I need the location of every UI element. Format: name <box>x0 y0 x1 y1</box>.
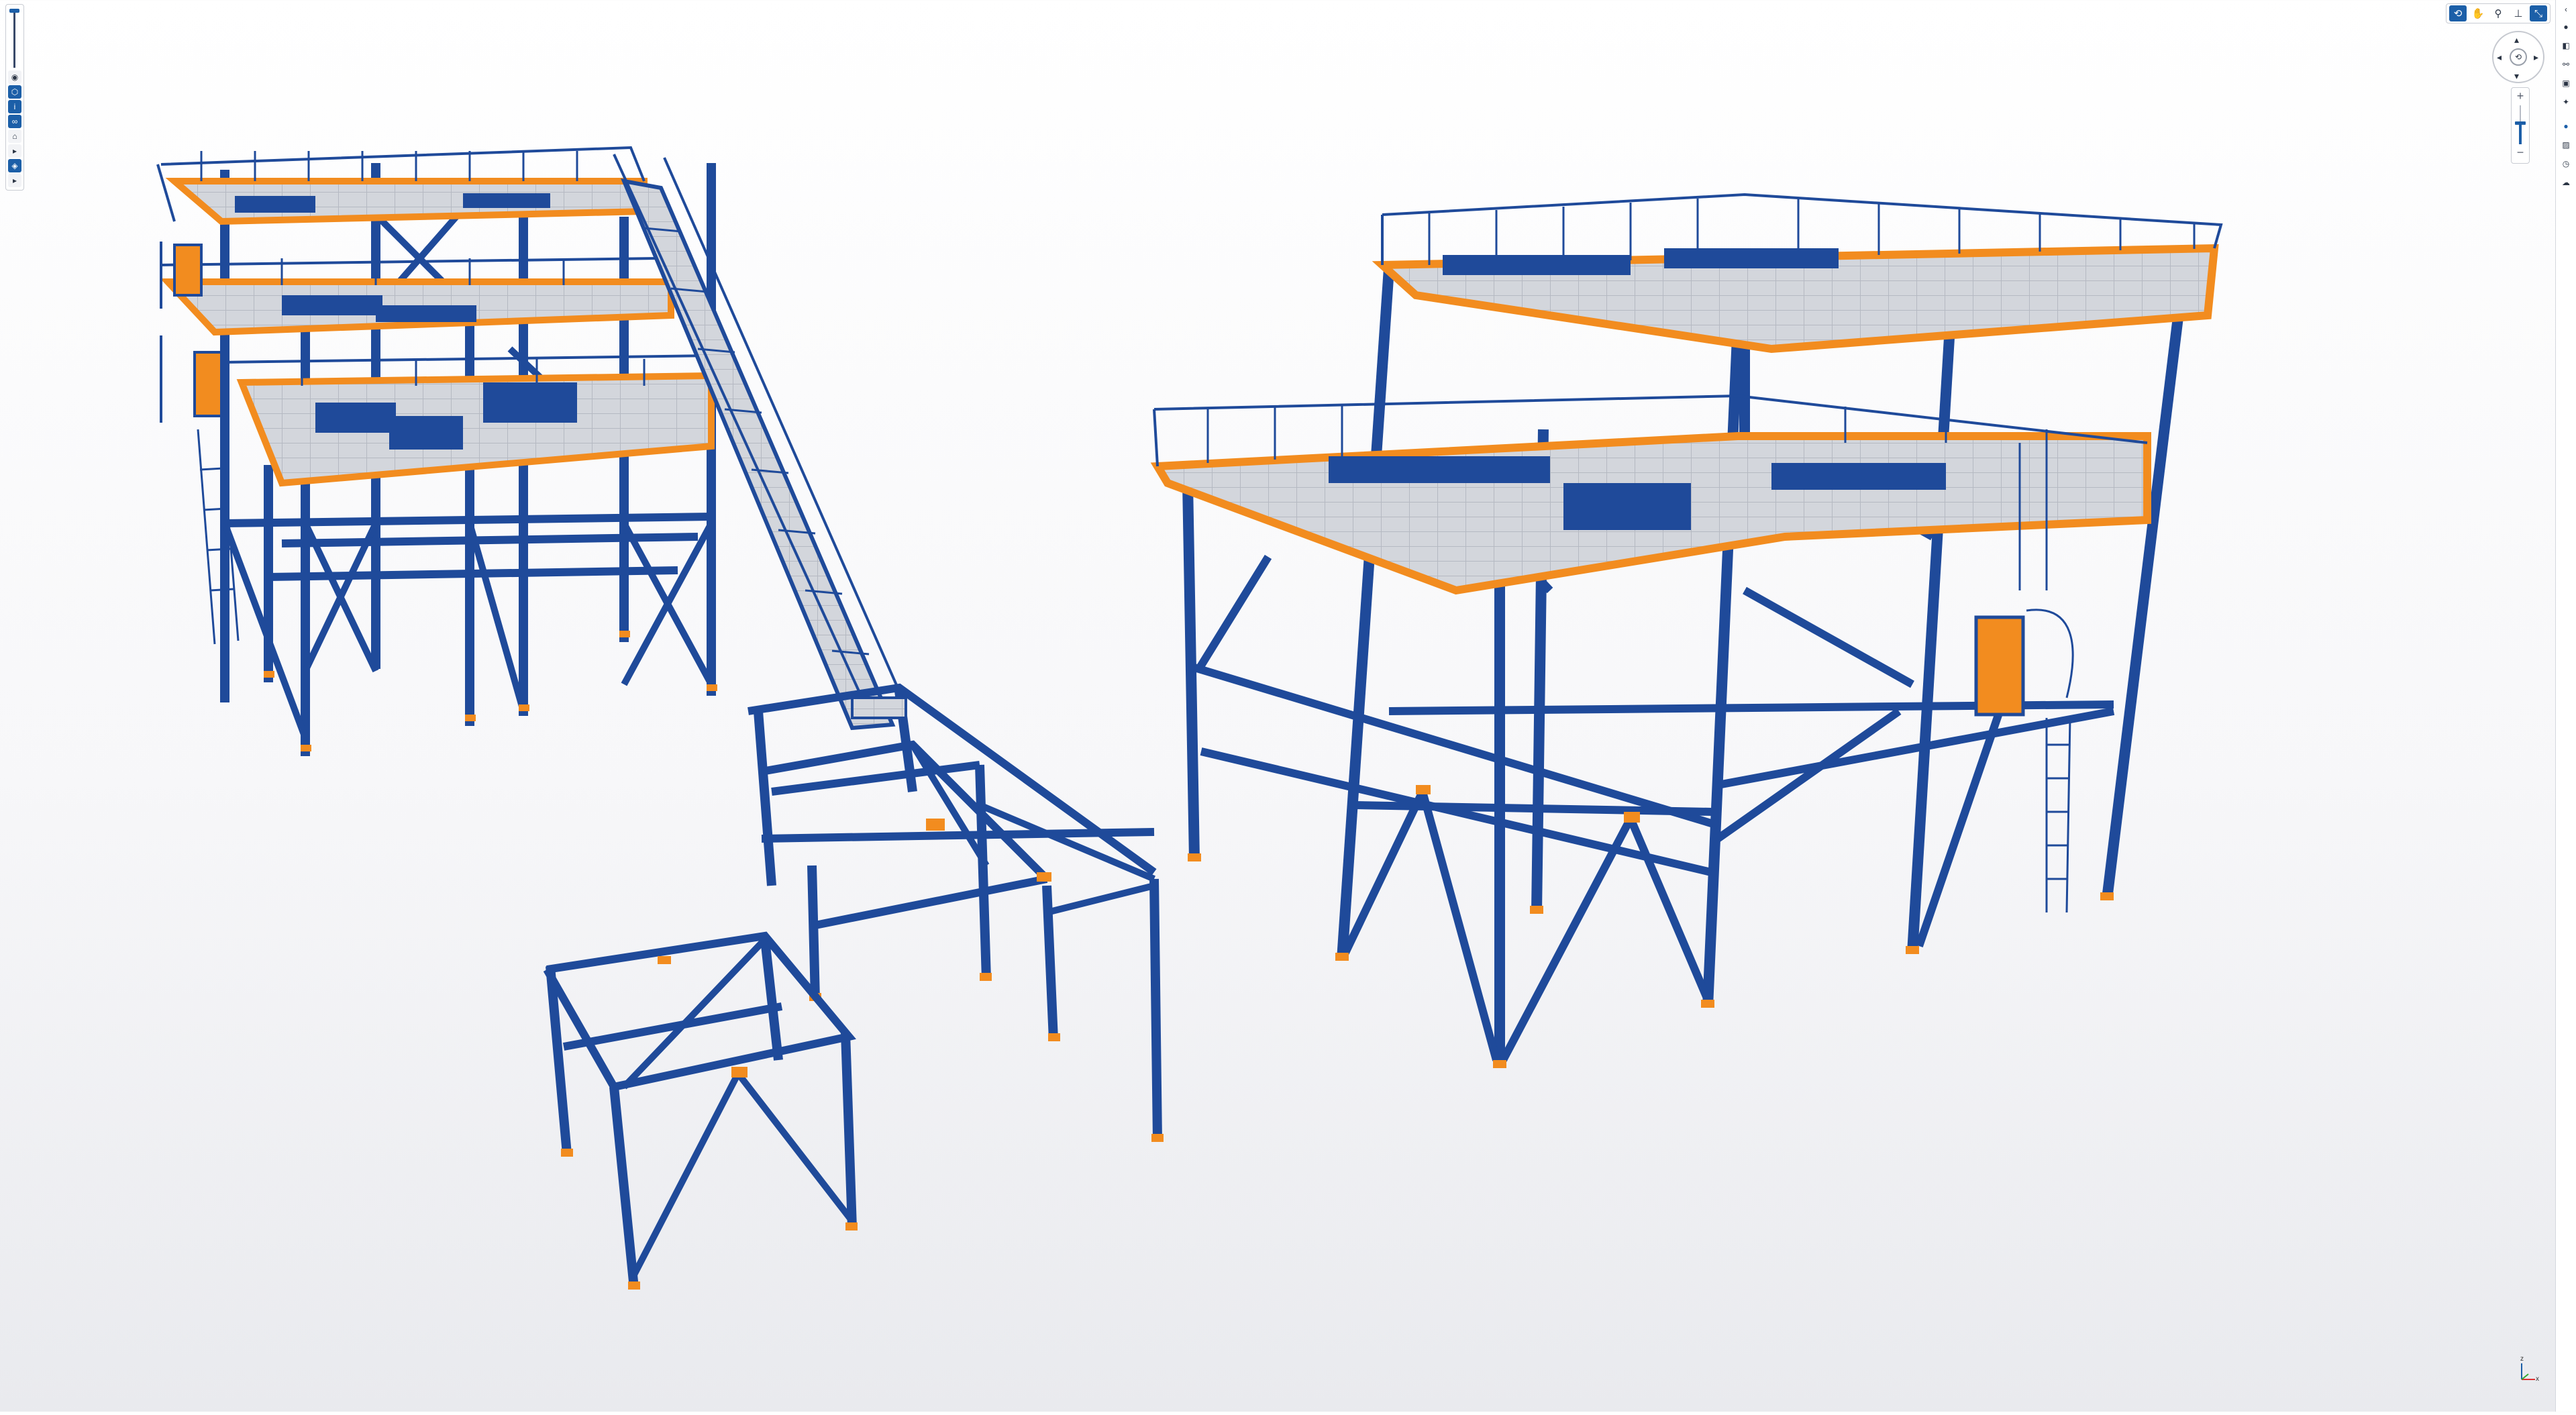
eye-icon[interactable]: ◉ <box>8 70 21 84</box>
zoom-out-button[interactable]: − <box>2512 146 2529 160</box>
orbit-up-icon[interactable]: ▴ <box>2514 35 2519 44</box>
search-objects-icon[interactable]: ⚯ <box>2559 58 2573 71</box>
shield-icon[interactable]: ⬡ <box>8 85 21 99</box>
axis-gizmo: z x <box>2512 1355 2540 1385</box>
collapse-panel-icon[interactable]: ‹ <box>2559 3 2573 16</box>
layers-icon[interactable]: ◧ <box>2559 39 2573 52</box>
house-icon[interactable]: ⌂ <box>8 129 21 143</box>
play-icon[interactable]: ▸ <box>8 174 21 187</box>
axis-z-label: z <box>2520 1355 2524 1363</box>
properties-icon[interactable]: ● <box>2559 119 2573 133</box>
zoom-in-button[interactable]: + <box>2512 89 2529 103</box>
pan-hand-icon[interactable]: ✋ <box>2469 5 2487 21</box>
axis-x-label: x <box>2536 1375 2539 1383</box>
image-icon[interactable]: ▨ <box>2559 138 2573 152</box>
middle-frame-structure <box>748 683 1164 1142</box>
orbit-right-icon[interactable]: ▸ <box>2534 52 2538 62</box>
model-icon[interactable]: ● <box>2559 20 2573 34</box>
link-icon[interactable]: ∞ <box>8 115 21 128</box>
zoom-handle[interactable] <box>2515 121 2526 125</box>
left-tower-structure <box>156 146 717 756</box>
clip-slider-handle[interactable] <box>9 9 19 13</box>
navigation-toolbar: ⟲ ✋ ⚲ ⊥ ⤡ <box>2446 3 2551 23</box>
orbit-left-icon[interactable]: ◂ <box>2497 52 2502 62</box>
small-frame-structure <box>543 931 858 1290</box>
zoom-slider[interactable]: + − <box>2511 87 2530 164</box>
left-toolbar: ◉ ⬡ i ∞ ⌂ ▸ ◈ ▸ <box>5 4 24 191</box>
info-icon[interactable]: i <box>8 100 21 113</box>
history-icon[interactable]: ◷ <box>2559 157 2573 170</box>
cloud-icon[interactable]: ☁ <box>2559 176 2573 189</box>
3d-viewport[interactable] <box>0 0 2576 1412</box>
zoom-level-fill <box>2519 123 2522 144</box>
orbit-down-icon[interactable]: ▾ <box>2514 71 2519 81</box>
right-side-panel: ‹ ● ◧ ⚯ ▣ ✦ ● ▨ ◷ ☁ <box>2555 0 2576 1412</box>
settings-icon[interactable]: ✦ <box>2559 95 2573 109</box>
section-icon[interactable]: ⊥ <box>2510 5 2527 21</box>
cube-icon[interactable]: ◈ <box>8 159 21 172</box>
orbit-center-icon[interactable]: ⟲ <box>2510 48 2527 66</box>
views-icon[interactable]: ▣ <box>2559 76 2573 90</box>
orbit-navigation-wheel[interactable]: ▴ ▾ ◂ ▸ ⟲ <box>2492 31 2544 83</box>
clip-slider-track[interactable] <box>13 10 15 68</box>
fit-view-icon[interactable]: ⤡ <box>2530 5 2547 21</box>
walk-icon[interactable]: ⚲ <box>2489 5 2507 21</box>
play-small-icon[interactable]: ▸ <box>8 144 21 158</box>
steel-structure-model[interactable] <box>0 0 2576 1412</box>
orbit-icon[interactable]: ⟲ <box>2449 5 2467 21</box>
right-platform-structure <box>1150 193 2223 1068</box>
